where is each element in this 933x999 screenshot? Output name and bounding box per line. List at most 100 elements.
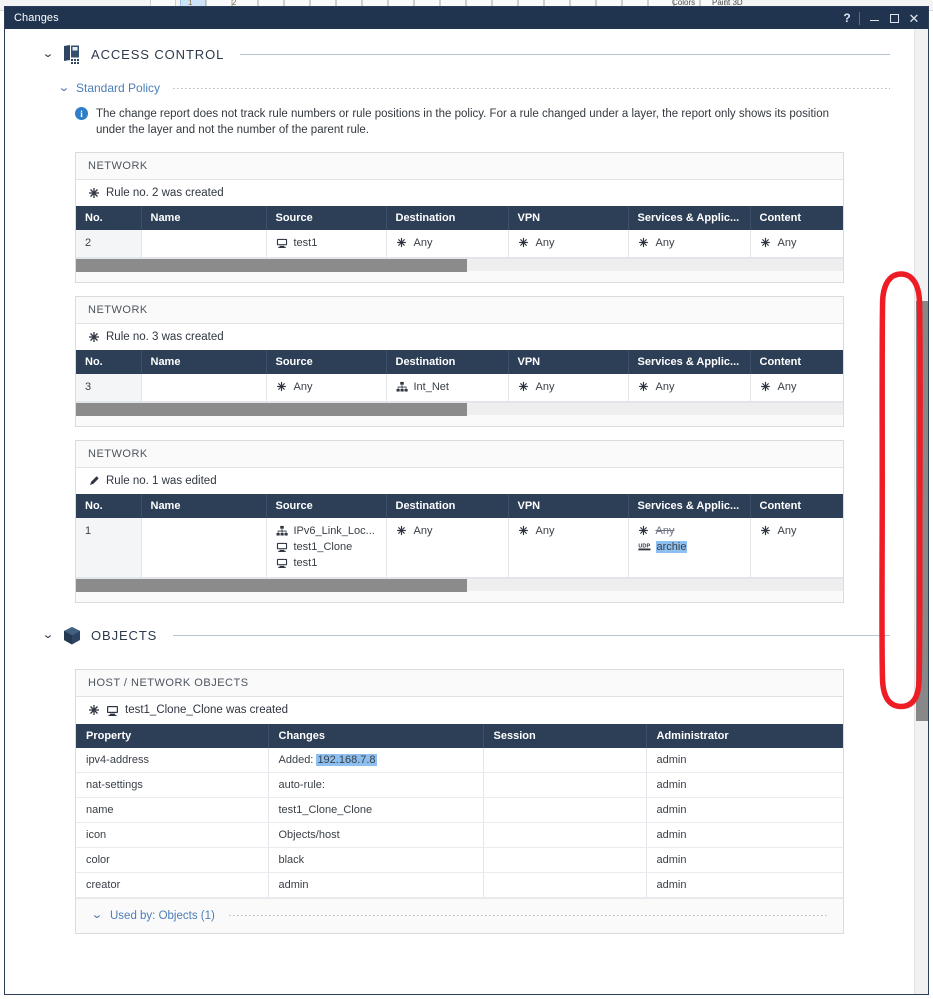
column-header-name[interactable]: Name — [141, 349, 267, 374]
horizontal-scrollbar-thumb[interactable] — [76, 402, 468, 416]
used-by-toggle[interactable]: ⌄ Used by: Objects (1) — [76, 897, 843, 933]
card-change-text: Rule no. 3 was created — [106, 330, 224, 343]
cell-entry-label: Any — [293, 381, 313, 394]
table-row[interactable]: icon Objects/host admin — [76, 822, 843, 848]
close-button[interactable]: ✕ — [904, 8, 924, 28]
column-header-name[interactable]: Name — [141, 205, 267, 230]
card-change-summary: Rule no. 3 was created — [76, 323, 843, 350]
column-header-content[interactable]: Content — [750, 493, 843, 518]
cell-entry-label: Any — [413, 237, 433, 250]
udp-service-icon: UDP — [637, 541, 651, 554]
horizontal-scrollbar[interactable] — [76, 257, 843, 272]
objects-change-summary: test1_Clone_Clone was created — [76, 696, 843, 724]
star-created-icon — [88, 331, 100, 343]
column-header-destination[interactable]: Destination — [386, 493, 509, 518]
cell-administrator: admin — [646, 822, 843, 848]
column-header-source[interactable]: Source — [266, 205, 387, 230]
column-header-session[interactable]: Session — [483, 723, 647, 748]
column-header-services[interactable]: Services & Applic... — [628, 205, 751, 230]
column-header-name[interactable]: Name — [141, 493, 267, 518]
help-icon[interactable]: ? — [837, 8, 857, 28]
any-asterisk-icon — [638, 525, 651, 538]
cell-entry-label: Any — [777, 525, 797, 538]
rule-table-header-row: No. Name Source Destination VPN Services… — [76, 349, 843, 374]
dotted-divider — [228, 915, 829, 917]
table-row[interactable]: name test1_Clone_Clone admin — [76, 797, 843, 823]
column-header-administrator[interactable]: Administrator — [646, 723, 843, 748]
section-header-objects[interactable]: ⌄ OBJECTS — [5, 625, 914, 647]
column-header-no[interactable]: No. — [76, 205, 142, 230]
cell-changes: Added: 192.168.7.8 — [268, 747, 484, 773]
access-control-icon — [61, 43, 83, 65]
changes-prefix: Added: — [278, 753, 314, 766]
cell-entry: Any — [396, 237, 499, 250]
table-row[interactable]: 2 test1 Any Any Any Any — [76, 229, 843, 258]
column-header-vpn[interactable]: VPN — [508, 493, 629, 518]
any-asterisk-icon — [276, 381, 289, 394]
cell-content: Any — [750, 229, 843, 258]
table-row[interactable]: ipv4-address Added: 192.168.7.8 admin — [76, 747, 843, 773]
column-header-no[interactable]: No. — [76, 349, 142, 374]
card-layer-label: NETWORK — [76, 152, 843, 180]
cell-entry: Any — [518, 525, 619, 538]
cell-session — [483, 797, 647, 823]
cell-entry: Any — [638, 525, 741, 538]
close-icon: ✕ — [908, 10, 920, 26]
horizontal-scrollbar[interactable] — [76, 401, 843, 416]
column-header-services[interactable]: Services & Applic... — [628, 493, 751, 518]
changes-prefix: auto-rule: — [278, 778, 325, 791]
column-header-destination[interactable]: Destination — [386, 349, 509, 374]
column-header-vpn[interactable]: VPN — [508, 349, 629, 374]
maximize-button[interactable] — [884, 8, 904, 28]
horizontal-scrollbar-thumb[interactable] — [76, 578, 468, 592]
rule-table-header-row: No. Name Source Destination VPN Services… — [76, 205, 843, 230]
column-header-vpn[interactable]: VPN — [508, 205, 629, 230]
used-by-label[interactable]: Used by: Objects (1) — [110, 910, 215, 922]
chevron-down-icon[interactable]: ⌄ — [41, 630, 55, 641]
cell-entry: Any — [760, 237, 835, 250]
chevron-down-icon[interactable]: ⌄ — [41, 48, 55, 60]
table-row[interactable]: color black admin — [76, 847, 843, 873]
objects-card-header: HOST / NETWORK OBJECTS — [76, 669, 843, 697]
column-header-changes[interactable]: Changes — [268, 723, 484, 748]
chevron-down-icon[interactable]: ⌄ — [90, 910, 104, 921]
policy-name-label[interactable]: Standard Policy — [76, 81, 160, 95]
cell-content: Any — [750, 517, 843, 578]
cell-property: creator — [76, 872, 269, 898]
host-icon — [106, 704, 119, 717]
cell-property: color — [76, 847, 269, 873]
policy-header-standard-policy[interactable]: ⌄ Standard Policy — [5, 81, 914, 95]
column-header-content[interactable]: Content — [750, 205, 843, 230]
cell-source: test1 — [266, 229, 387, 258]
vertical-scrollbar[interactable] — [914, 29, 928, 994]
table-row[interactable]: creator admin admin — [76, 872, 843, 898]
cell-entry: test1 — [276, 557, 377, 570]
column-header-property[interactable]: Property — [76, 723, 269, 748]
vertical-scrollbar-thumb[interactable] — [916, 301, 928, 721]
table-row[interactable]: 1 IPv6_Link_Loc... test1_Clone test1 Any A… — [76, 517, 843, 578]
column-header-content[interactable]: Content — [750, 349, 843, 374]
cell-entry: Int_Net — [396, 381, 499, 394]
column-header-destination[interactable]: Destination — [386, 205, 509, 230]
objects-table: Property Changes Session Administrator i… — [76, 723, 843, 898]
rule-table-wrapper: No. Name Source Destination VPN Services… — [76, 493, 843, 578]
section-header-access-control[interactable]: ⌄ ACCESS CONTROL — [5, 43, 914, 65]
column-header-no[interactable]: No. — [76, 493, 142, 518]
column-header-source[interactable]: Source — [266, 493, 387, 518]
minimize-button[interactable] — [864, 8, 884, 28]
cell-entry-label: Any — [535, 525, 555, 538]
cell-session — [483, 772, 647, 798]
column-header-services[interactable]: Services & Applic... — [628, 349, 751, 374]
cell-content: Any — [750, 373, 843, 402]
svg-text:UDP: UDP — [638, 543, 650, 549]
chevron-down-icon[interactable]: ⌄ — [57, 82, 71, 94]
horizontal-scrollbar[interactable] — [76, 577, 843, 592]
cell-name — [141, 373, 267, 402]
horizontal-scrollbar-thumb[interactable] — [76, 258, 468, 272]
rule-card: NETWORK Rule no. 3 was created No. Name … — [75, 295, 844, 427]
dotted-divider — [173, 87, 890, 89]
column-header-source[interactable]: Source — [266, 349, 387, 374]
table-row[interactable]: 3 Any Int_Net Any Any Any — [76, 373, 843, 402]
objects-table-body: ipv4-address Added: 192.168.7.8 admin nat-s… — [76, 747, 843, 898]
table-row[interactable]: nat-settings auto-rule: admin — [76, 772, 843, 798]
